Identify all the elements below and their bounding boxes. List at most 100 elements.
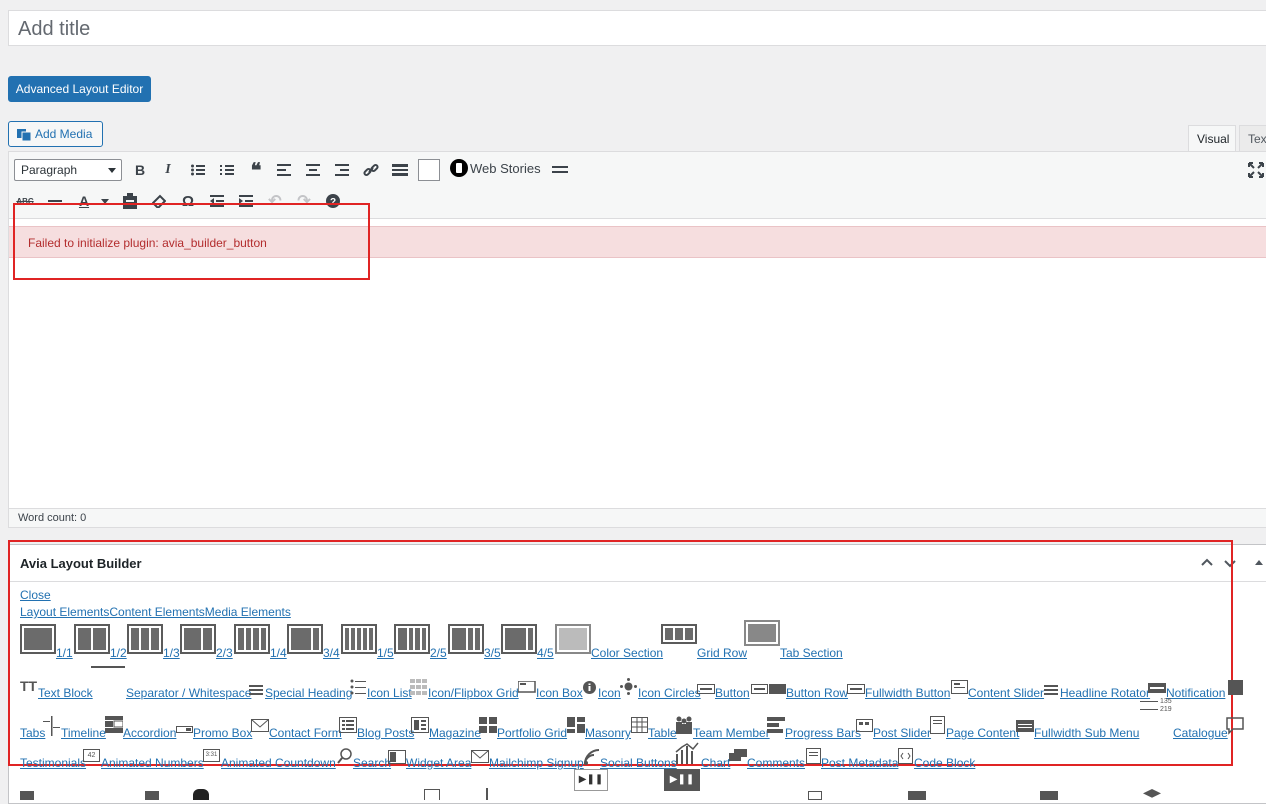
toolbar-toggle-icon[interactable]: [549, 159, 571, 181]
format-select-value: Paragraph: [21, 163, 78, 177]
align-center-icon[interactable]: [302, 159, 324, 181]
element-portfolio-grid[interactable]: Portfolio Grid: [497, 726, 567, 740]
media-element-icon: [424, 789, 440, 800]
layout-1-2[interactable]: 1/2: [110, 646, 127, 660]
color-swatch-button[interactable]: [418, 159, 440, 181]
add-media-button[interactable]: Add Media: [8, 121, 103, 147]
element-catalogue[interactable]: Catalogue: [1173, 726, 1228, 740]
element-special-heading[interactable]: Special Heading: [265, 686, 352, 700]
blog-posts-icon: [339, 717, 357, 736]
tab-section-icon[interactable]: [744, 620, 780, 646]
element-icon-box[interactable]: Icon Box: [536, 686, 583, 700]
bold-icon[interactable]: B: [129, 159, 151, 181]
element-flipbox-grid[interactable]: Icon/Flipbox Grid: [428, 686, 519, 700]
layout-color-section[interactable]: Color Section: [591, 646, 663, 660]
element-notification[interactable]: Notification: [1166, 686, 1225, 700]
tab-content-elements[interactable]: Content Elements: [109, 605, 204, 619]
element-separator[interactable]: Separator / Whitespace: [126, 686, 251, 700]
element-icon-list[interactable]: Icon List: [367, 686, 412, 700]
avia-close-link[interactable]: Close: [20, 588, 51, 602]
tab-layout-elements[interactable]: Layout Elements: [20, 605, 109, 619]
element-widget-area[interactable]: Widget Area: [406, 756, 471, 770]
element-accordion[interactable]: Accordion: [123, 726, 176, 740]
column-2-5-icon[interactable]: [394, 624, 430, 654]
element-blog-posts[interactable]: Blog Posts: [357, 726, 414, 740]
column-1-4-icon[interactable]: [234, 624, 270, 654]
column-1-3-icon[interactable]: [127, 624, 163, 654]
layout-2-5[interactable]: 2/5: [430, 646, 447, 660]
read-more-icon[interactable]: [389, 159, 411, 181]
element-team-member[interactable]: Team Member: [693, 726, 770, 740]
element-search[interactable]: Search: [353, 756, 391, 770]
tab-text[interactable]: Text: [1239, 125, 1266, 151]
layout-1-1[interactable]: 1/1: [56, 646, 73, 660]
element-page-content[interactable]: Page Content: [946, 726, 1019, 740]
layout-4-5[interactable]: 4/5: [537, 646, 554, 660]
column-1-1-icon[interactable]: [20, 624, 56, 654]
element-icon-circles[interactable]: Icon Circles: [638, 686, 701, 700]
portfolio-grid-icon: [479, 717, 497, 736]
layout-grid-row[interactable]: Grid Row: [697, 646, 747, 660]
italic-icon[interactable]: I: [157, 159, 179, 181]
element-tabs[interactable]: Tabs: [20, 726, 45, 740]
element-icon[interactable]: Icon: [598, 686, 621, 700]
advanced-layout-editor-button[interactable]: Advanced Layout Editor: [8, 76, 151, 102]
element-post-metadata[interactable]: Post Metadata: [821, 756, 898, 770]
media-element-icon: [808, 791, 822, 800]
layout-1-3[interactable]: 1/3: [163, 646, 180, 660]
element-animated-countdown[interactable]: Animated Countdown: [221, 756, 336, 770]
layout-1-5[interactable]: 1/5: [377, 646, 394, 660]
element-contact-form[interactable]: Contact Form: [269, 726, 342, 740]
column-2-3-icon[interactable]: [180, 624, 216, 654]
element-button[interactable]: Button: [715, 686, 750, 700]
blockquote-icon[interactable]: ❝: [245, 159, 267, 182]
column-1-2-icon[interactable]: [74, 624, 110, 654]
element-promo-box[interactable]: Promo Box: [193, 726, 252, 740]
element-comments[interactable]: Comments: [747, 756, 805, 770]
web-stories-button[interactable]: Web Stories: [450, 159, 541, 181]
column-1-5-icon[interactable]: [341, 624, 377, 654]
fullscreen-icon[interactable]: [1245, 159, 1266, 181]
element-chart[interactable]: Chart: [701, 756, 730, 770]
element-table[interactable]: Table: [648, 726, 677, 740]
element-headline-rotator[interactable]: Headline Rotator: [1060, 686, 1150, 700]
layout-1-4[interactable]: 1/4: [270, 646, 287, 660]
layout-3-4[interactable]: 3/4: [323, 646, 340, 660]
special-heading-icon: [249, 683, 263, 698]
column-3-5-icon[interactable]: [448, 624, 484, 654]
layout-2-3[interactable]: 2/3: [216, 646, 233, 660]
element-masonry[interactable]: Masonry: [585, 726, 631, 740]
element-testimonials[interactable]: Testimonials: [20, 756, 86, 770]
element-post-slider[interactable]: Post Slider: [873, 726, 931, 740]
tab-media-elements[interactable]: Media Elements: [205, 605, 291, 619]
numbered-list-icon[interactable]: [216, 159, 238, 181]
layout-3-5[interactable]: 3/5: [484, 646, 501, 660]
color-section-icon[interactable]: [555, 624, 591, 654]
layout-tab-section[interactable]: Tab Section: [780, 646, 843, 660]
format-select[interactable]: Paragraph: [14, 159, 122, 181]
link-icon[interactable]: [360, 159, 382, 181]
bulleted-list-icon[interactable]: [187, 159, 209, 181]
element-mailchimp-signup[interactable]: Mailchimp Signup: [489, 756, 584, 770]
collapse-toggle-icon[interactable]: [1253, 557, 1265, 569]
element-progress-bars[interactable]: Progress Bars: [785, 726, 861, 740]
align-left-icon[interactable]: [273, 159, 295, 181]
element-button-row[interactable]: Button Row: [786, 686, 848, 700]
element-text-block[interactable]: Text Block: [38, 686, 93, 700]
element-animated-numbers[interactable]: Animated Numbers: [101, 756, 204, 770]
column-3-4-icon[interactable]: [287, 624, 323, 654]
element-timeline[interactable]: Timeline: [61, 726, 106, 740]
tab-visual[interactable]: Visual: [1188, 125, 1236, 151]
element-content-slider[interactable]: Content Slider: [968, 686, 1044, 700]
post-title-input[interactable]: Add title: [8, 10, 1266, 46]
element-magazine[interactable]: Magazine: [429, 726, 481, 740]
element-fullwidth-button[interactable]: Fullwidth Button: [865, 686, 950, 700]
element-code-block[interactable]: Code Block: [914, 756, 975, 770]
table-icon: [631, 717, 648, 736]
align-right-icon[interactable]: [331, 159, 353, 181]
media-element-icon: [145, 791, 159, 800]
element-fullwidth-sub-menu[interactable]: Fullwidth Sub Menu: [1034, 726, 1139, 740]
element-social-buttons[interactable]: Social Buttons: [600, 756, 677, 770]
grid-row-icon[interactable]: [661, 624, 697, 644]
column-4-5-icon[interactable]: [501, 624, 537, 654]
